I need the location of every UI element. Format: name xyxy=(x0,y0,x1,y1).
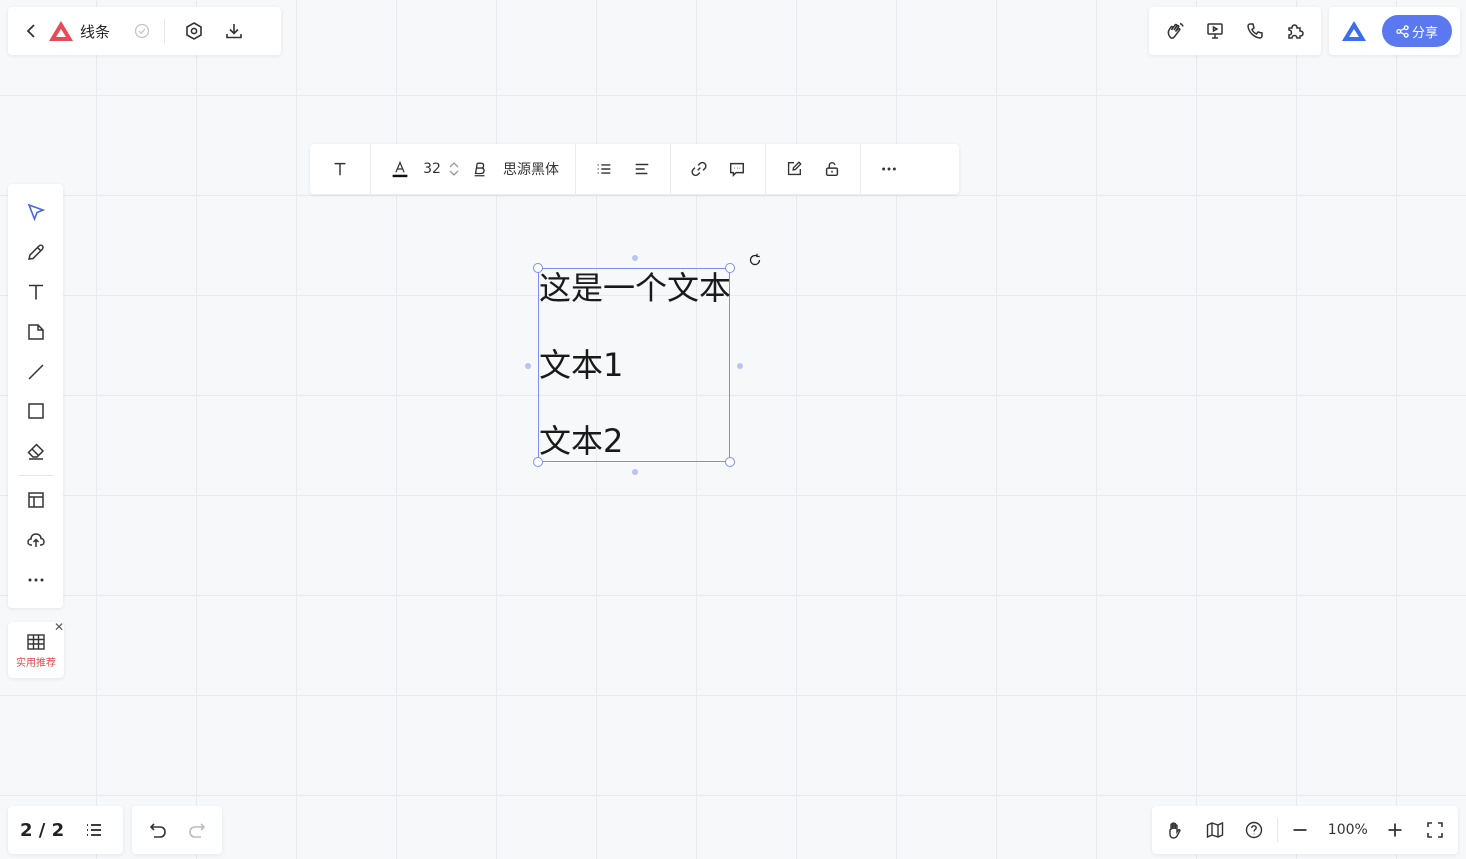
eraser-tool-icon[interactable] xyxy=(16,431,56,471)
anchor-left[interactable] xyxy=(525,363,531,369)
top-right-tools xyxy=(1149,7,1321,55)
recommend-widget[interactable]: 实用推荐 ✕ xyxy=(8,620,66,678)
chevron-up-icon[interactable] xyxy=(449,161,459,169)
top-left-bar: 线条 xyxy=(8,7,281,55)
left-toolbar xyxy=(8,184,63,608)
history-controls xyxy=(132,806,222,854)
recommend-label: 实用推荐 xyxy=(16,657,56,669)
selected-text-object[interactable]: 这是一个文本 文本1 文本2 xyxy=(525,255,743,475)
font-family-select[interactable]: 思源黑体 xyxy=(499,159,563,179)
text-type-group xyxy=(310,144,371,194)
line-tool-icon[interactable] xyxy=(16,352,56,392)
list-icon[interactable] xyxy=(588,152,620,186)
anchor-bottom[interactable] xyxy=(632,469,638,475)
divider xyxy=(17,475,54,477)
rectangle-tool-icon[interactable] xyxy=(16,392,56,432)
divider xyxy=(164,19,166,43)
help-icon[interactable] xyxy=(1237,813,1271,847)
phone-icon[interactable] xyxy=(1238,14,1272,48)
insert-group xyxy=(671,144,766,194)
more-icon[interactable] xyxy=(873,152,905,186)
text-type-icon[interactable] xyxy=(324,152,356,186)
plugin-icon[interactable] xyxy=(1278,14,1312,48)
template-icon[interactable] xyxy=(16,480,56,520)
chevron-down-icon[interactable] xyxy=(449,169,459,177)
page-navigator: 2 / 2 xyxy=(8,806,123,854)
edit-group xyxy=(766,144,861,194)
share-button[interactable]: 分享 xyxy=(1382,15,1452,47)
more-group xyxy=(861,144,917,194)
zoom-in-icon[interactable] xyxy=(1378,813,1412,847)
edit-icon[interactable] xyxy=(778,152,810,186)
hand-tool-icon[interactable] xyxy=(1158,813,1192,847)
wave-hand-icon[interactable] xyxy=(1158,14,1192,48)
bold-icon[interactable] xyxy=(465,152,495,186)
download-icon[interactable] xyxy=(217,14,251,48)
sticky-note-icon[interactable] xyxy=(16,312,56,352)
text-format-toolbar: 32 思源黑体 xyxy=(310,144,959,194)
font-size-value[interactable]: 32 xyxy=(421,161,443,177)
undo-icon[interactable] xyxy=(141,813,175,847)
paragraph-group xyxy=(576,144,671,194)
board-title[interactable]: 线条 xyxy=(80,21,110,42)
text-tool-icon[interactable] xyxy=(16,272,56,312)
link-icon[interactable] xyxy=(683,152,715,186)
close-icon[interactable]: ✕ xyxy=(52,620,66,634)
resize-handle-bottom-right[interactable] xyxy=(725,457,735,467)
divider xyxy=(1276,818,1278,842)
map-icon[interactable] xyxy=(1198,813,1232,847)
settings-icon[interactable] xyxy=(177,14,211,48)
top-right-share-bar: 分享 xyxy=(1329,7,1460,55)
redo-icon[interactable] xyxy=(180,813,214,847)
presentation-icon[interactable] xyxy=(1198,14,1232,48)
view-controls: 100% xyxy=(1152,806,1458,854)
text-line[interactable]: 文本1 xyxy=(539,346,729,384)
zoom-out-icon[interactable] xyxy=(1283,813,1317,847)
rotate-icon[interactable] xyxy=(747,252,763,268)
select-tool-icon[interactable] xyxy=(16,192,56,232)
share-icon xyxy=(1396,24,1409,38)
resize-handle-top-right[interactable] xyxy=(725,263,735,273)
unlock-icon[interactable] xyxy=(816,152,848,186)
table-icon xyxy=(26,632,46,652)
font-size-stepper[interactable] xyxy=(447,161,461,177)
upload-icon[interactable] xyxy=(16,520,56,560)
anchor-top[interactable] xyxy=(632,255,638,261)
page-indicator[interactable]: 2 / 2 xyxy=(20,820,64,841)
pen-tool-icon[interactable] xyxy=(16,232,56,272)
fullscreen-icon[interactable] xyxy=(1418,813,1452,847)
resize-handle-bottom-left[interactable] xyxy=(533,457,543,467)
app-logo xyxy=(48,20,74,42)
font-color-icon[interactable] xyxy=(383,152,417,186)
text-line[interactable]: 文本2 xyxy=(539,422,729,460)
zoom-level[interactable]: 100% xyxy=(1323,822,1373,838)
app-logo-small xyxy=(1341,20,1367,42)
more-tools-icon[interactable] xyxy=(16,560,56,600)
comment-icon[interactable] xyxy=(721,152,753,186)
share-label: 分享 xyxy=(1411,25,1438,41)
back-icon[interactable] xyxy=(18,14,44,48)
font-style-group: 32 思源黑体 xyxy=(371,144,576,194)
align-left-icon[interactable] xyxy=(626,152,658,186)
saved-status-icon xyxy=(134,23,150,39)
anchor-right[interactable] xyxy=(737,363,743,369)
text-line[interactable]: 这是一个文本 xyxy=(539,269,731,307)
resize-handle-top-left[interactable] xyxy=(533,263,543,273)
page-list-icon[interactable] xyxy=(77,813,111,847)
